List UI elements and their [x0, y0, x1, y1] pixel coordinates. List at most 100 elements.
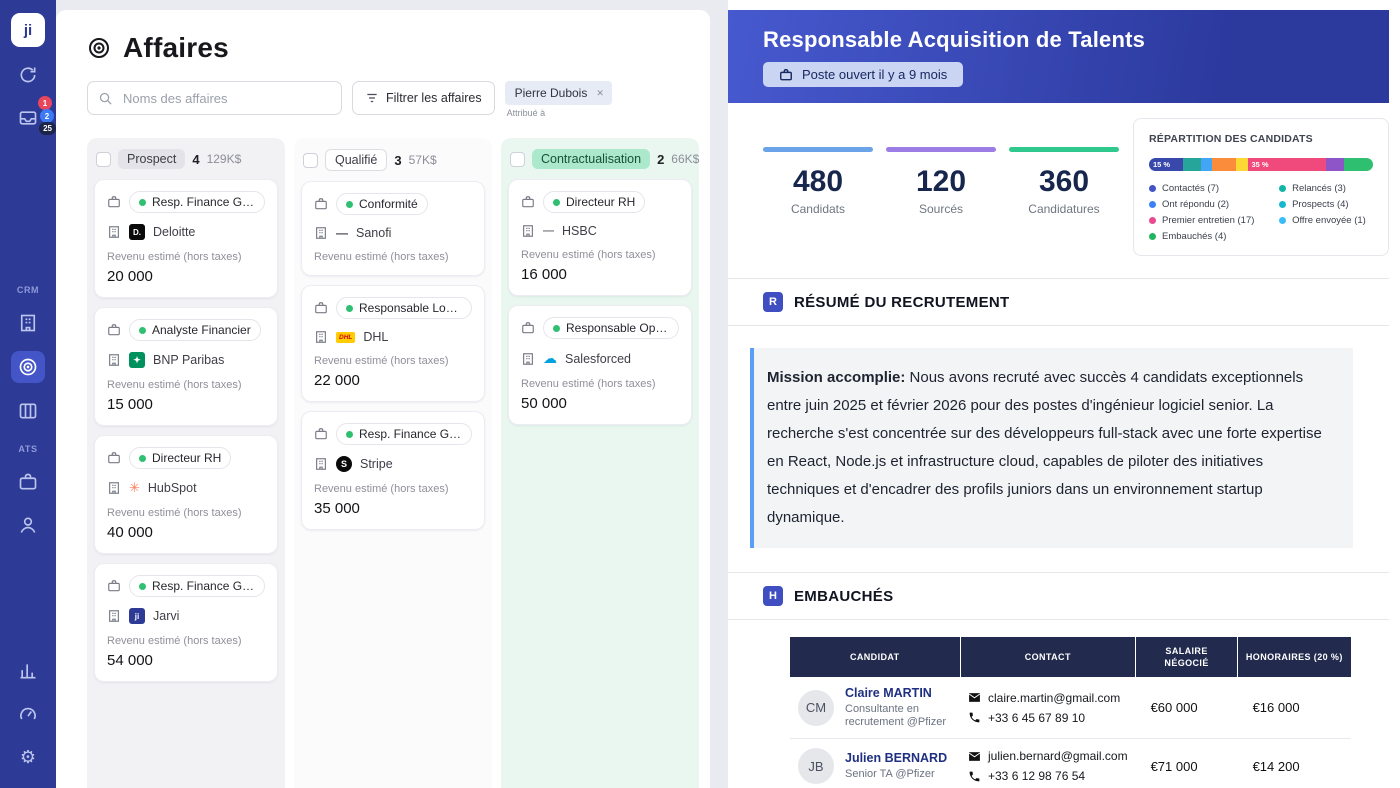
bar-segment: [1183, 158, 1201, 171]
deals-panel: Affaires Filtrer les affaires Pierre Dub…: [56, 10, 710, 788]
job-title-pill: Resp. Finance Groupe: [336, 423, 472, 445]
fee-amount: €16 000: [1238, 677, 1351, 739]
deal-card[interactable]: Directeur RH ✳ HubSpot Revenu estimé (ho…: [94, 435, 278, 554]
revenue-label: Revenu estimé (hors taxes): [314, 355, 472, 367]
companies-icon[interactable]: [11, 308, 45, 338]
candidate-name[interactable]: Claire MARTIN: [845, 686, 952, 700]
hired-row[interactable]: CM Claire MARTIN Consultante en recrutem…: [790, 677, 1351, 739]
hired-section-icon: H: [763, 586, 783, 606]
repartition-legend: Contactés (7) Relancés (3) Ont répondu (…: [1149, 183, 1373, 242]
company-icon: [107, 353, 121, 367]
deal-card[interactable]: Resp. Finance Groupe ji Jarvi Revenu est…: [94, 563, 278, 682]
phone-icon: [968, 770, 981, 783]
candidate-name[interactable]: Julien BERNARD: [845, 751, 947, 765]
candidate-email[interactable]: claire.martin@gmail.com: [988, 691, 1120, 705]
gear-glyph: ⚙: [20, 748, 36, 766]
revenue-label: Revenu estimé (hors taxes): [521, 378, 679, 390]
company-icon: [521, 352, 535, 366]
column-total: 129K$: [207, 152, 242, 166]
deals-toolbar: Filtrer les affaires Pierre Dubois ✕ Att…: [87, 81, 699, 118]
deal-card[interactable]: Resp. Finance Groupe D. Deloitte Revenu …: [94, 179, 278, 298]
stat-label: Sourcés: [886, 202, 996, 216]
revenue-amount: 50 000: [521, 395, 679, 412]
candidate-role: Consultante en recrutement @Pfizer: [845, 703, 952, 729]
resume-section-title: RÉSUMÉ DU RECRUTEMENT: [794, 294, 1009, 311]
column-checkbox[interactable]: [96, 152, 111, 167]
deal-card[interactable]: Directeur RH — HSBC Revenu estimé (hors …: [508, 179, 692, 296]
legend-dot: [1149, 233, 1156, 240]
job-title: Responsable Acquisition de Talents: [763, 27, 1389, 53]
inbox-badge-blue: 2: [40, 109, 54, 123]
legend-item: Contactés (7): [1149, 183, 1271, 194]
candidates-icon[interactable]: [11, 510, 45, 540]
app-logo[interactable]: ji: [11, 13, 45, 47]
stat-label: Candidatures: [1009, 202, 1119, 216]
app-logo-text: ji: [24, 22, 32, 39]
section-heading-embauches: H EMBAUCHÉS: [728, 572, 1389, 620]
revenue-amount: 20 000: [107, 268, 265, 285]
legend-dot: [1279, 201, 1286, 208]
column-status-badge: Qualifié: [325, 149, 387, 171]
job-title-pill: Resp. Finance Groupe: [129, 191, 265, 213]
avatar: CM: [798, 690, 834, 726]
candidate-phone[interactable]: +33 6 45 67 89 10: [988, 711, 1085, 725]
company-name: BNP Paribas: [153, 353, 224, 367]
briefcase-icon: [779, 68, 793, 82]
resume-section-icon: R: [763, 292, 783, 312]
jarvi-logo-icon: ji: [129, 608, 145, 624]
column-total: 57K$: [409, 153, 437, 167]
job-title-pill: Conformité: [336, 193, 428, 215]
pipeline-icon[interactable]: [11, 396, 45, 426]
revenue-label: Revenu estimé (hors taxes): [314, 483, 472, 495]
stat-value: 480: [763, 165, 873, 199]
legend-item: Offre envoyée (1): [1279, 215, 1373, 226]
reports-icon[interactable]: [11, 656, 45, 686]
refresh-icon[interactable]: [11, 60, 45, 90]
bar-segment: [1344, 158, 1373, 171]
status-dot: [553, 199, 560, 206]
job-title-pill: Resp. Finance Groupe: [129, 575, 265, 597]
column-checkbox[interactable]: [303, 153, 318, 168]
legend-item: Relancés (3): [1279, 183, 1373, 194]
legend-dot: [1149, 201, 1156, 208]
filter-button[interactable]: Filtrer les affaires: [352, 81, 495, 115]
deal-card[interactable]: Responsable Logistique DHL DHL Revenu es…: [301, 285, 485, 402]
settings-icon[interactable]: ⚙: [11, 742, 45, 772]
status-dot: [139, 327, 146, 334]
hsbc-logo-icon: —: [543, 225, 554, 237]
job-title-pill: Directeur RH: [543, 191, 645, 213]
candidate-email[interactable]: julien.bernard@gmail.com: [988, 749, 1128, 763]
company-icon: [521, 224, 535, 238]
search-input[interactable]: [121, 90, 331, 107]
candidate-phone[interactable]: +33 6 12 98 76 54: [988, 769, 1085, 783]
hired-row[interactable]: JB Julien BERNARD Senior TA @Pfizer juli…: [790, 739, 1351, 788]
search-box: [87, 81, 342, 115]
dashboard-icon[interactable]: [11, 699, 45, 729]
job-icon: [107, 451, 121, 465]
job-icon: [314, 197, 328, 211]
deal-card[interactable]: Responsable Opérations ☁ Salesforced Rev…: [508, 305, 692, 425]
legend-item: Prospects (4): [1279, 199, 1373, 210]
deals-icon[interactable]: [11, 351, 45, 383]
job-icon: [521, 321, 535, 335]
legend-dot: [1149, 185, 1156, 192]
column-checkbox[interactable]: [510, 152, 525, 167]
dhl-logo-icon: DHL: [336, 332, 355, 343]
assignee-chip[interactable]: Pierre Dubois ✕: [505, 81, 612, 105]
deal-card[interactable]: Analyste Financier ✦ BNP Paribas Revenu …: [94, 307, 278, 426]
company-name: Sanofi: [356, 226, 391, 240]
remove-assignee-icon[interactable]: ✕: [596, 88, 604, 99]
revenue-label: Revenu estimé (hors taxes): [521, 249, 679, 261]
page-title: Affaires: [123, 32, 229, 64]
deal-card[interactable]: Resp. Finance Groupe S Stripe Revenu est…: [301, 411, 485, 530]
stat-candidats: 480 Candidats: [763, 147, 873, 216]
deal-card[interactable]: Conformité — Sanofi Revenu estimé (hors …: [301, 181, 485, 276]
stat-bar: [886, 147, 996, 152]
inbox-icon[interactable]: 1 2 25: [11, 103, 45, 133]
deals-target-icon: [87, 36, 111, 60]
revenue-amount: 22 000: [314, 372, 472, 389]
repartition-title: RÉPARTITION DES CANDIDATS: [1149, 133, 1373, 145]
legend-item: Ont répondu (2): [1149, 199, 1271, 210]
status-dot: [139, 199, 146, 206]
jobs-icon[interactable]: [11, 467, 45, 497]
